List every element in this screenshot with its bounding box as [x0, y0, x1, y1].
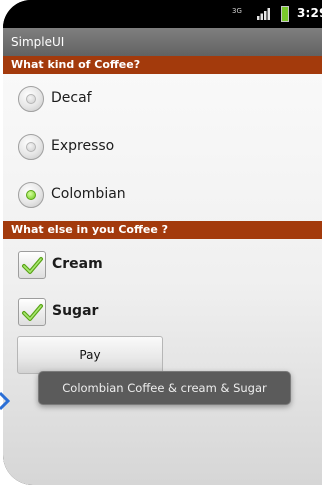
radio-indicator	[26, 142, 36, 152]
checkbox[interactable]	[18, 298, 46, 326]
radio-label: Decaf	[51, 90, 92, 106]
pointer-arrow-icon	[0, 391, 10, 411]
radio-label: Expresso	[51, 138, 115, 154]
checkbox[interactable]	[18, 251, 46, 279]
signal-strength-icon	[257, 8, 270, 20]
radio-button[interactable]	[18, 182, 44, 208]
radio-indicator	[26, 94, 36, 104]
checkbox-label: Sugar	[52, 303, 99, 319]
checkbox-option-sugar[interactable]: Sugar	[18, 298, 318, 330]
radio-option-decaf[interactable]: Decaf	[18, 84, 318, 120]
checkbox-label: Cream	[52, 256, 103, 272]
radio-button[interactable]	[18, 86, 44, 112]
coffee-section-header-label: What kind of Coffee?	[11, 58, 141, 71]
extras-section-header-label: What else in you Coffee ?	[11, 223, 169, 236]
app-screen: SimpleUI What kind of Coffee? Decaf Expr…	[3, 28, 322, 485]
title-bar: SimpleUI	[3, 28, 322, 56]
checkbox-option-cream[interactable]: Cream	[18, 251, 318, 283]
radio-button[interactable]	[18, 134, 44, 160]
radio-option-colombian[interactable]: Colombian	[18, 180, 318, 216]
checkmark-icon	[22, 304, 43, 321]
app-title: SimpleUI	[11, 35, 65, 49]
radio-label: Colombian	[51, 186, 126, 202]
status-bar: 3G 3:29	[3, 0, 322, 28]
network-type-indicator: 3G	[232, 7, 242, 15]
toast-message: Colombian Coffee & cream & Sugar	[38, 371, 291, 405]
extras-section-header: What else in you Coffee ?	[3, 221, 322, 239]
pay-button[interactable]: Pay	[17, 336, 163, 374]
device-frame: 3G 3:29 SimpleUI What kind of Coffee? De…	[3, 0, 322, 485]
status-time: 3:29	[297, 6, 322, 20]
battery-icon	[281, 6, 289, 22]
coffee-section-header: What kind of Coffee?	[3, 56, 322, 74]
checkmark-icon	[22, 257, 43, 274]
radio-option-expresso[interactable]: Expresso	[18, 132, 318, 168]
radio-indicator-selected	[26, 190, 36, 200]
